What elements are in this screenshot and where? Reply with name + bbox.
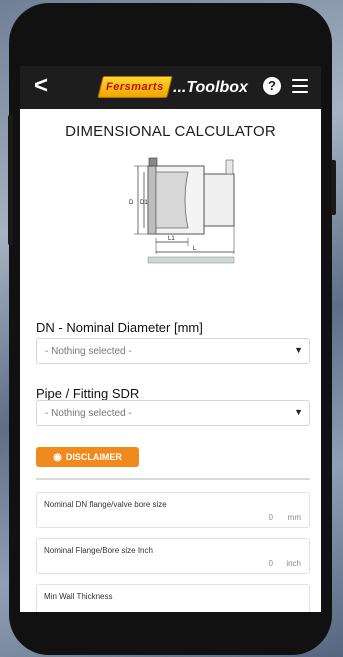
eye-icon: ◉ xyxy=(53,451,62,463)
volume-button xyxy=(8,115,13,245)
dimension-diagram: D D1 L1 L xyxy=(129,157,235,264)
dn-select-value: - Nothing selected - xyxy=(45,346,132,357)
field-label: Min Wall Thickness xyxy=(44,592,113,601)
field-value: 0 xyxy=(268,513,273,522)
field-value: 0 xyxy=(268,559,273,568)
diagram-label-d1: D1 xyxy=(140,200,148,206)
back-icon[interactable]: < xyxy=(34,74,48,98)
diagram-label-l1: L1 xyxy=(168,236,175,242)
field-label: Nominal Flange/Bore size Inch xyxy=(44,546,153,555)
chevron-down-icon: ▼ xyxy=(294,407,303,417)
sdr-select-label: Pipe / Fitting SDR xyxy=(36,386,140,401)
power-button xyxy=(331,160,336,215)
hamburger-menu-icon[interactable] xyxy=(292,79,308,93)
field-flange-size-inch[interactable]: Nominal Flange/Bore size Inch 0 inch xyxy=(36,538,310,574)
page-title: DIMENSIONAL CALCULATOR xyxy=(65,123,276,140)
brand-logo: Fersmarts xyxy=(97,76,173,98)
field-label: Nominal DN flange/valve bore size xyxy=(44,500,167,509)
field-unit: inch xyxy=(286,559,301,568)
field-min-wall-thickness[interactable]: Min Wall Thickness xyxy=(36,584,310,612)
field-unit: mm xyxy=(287,513,301,522)
chevron-down-icon: ▼ xyxy=(294,345,303,355)
app-title: ...Toolbox xyxy=(173,79,248,96)
disclaimer-button[interactable]: ◉ DISCLAIMER xyxy=(36,447,139,467)
divider xyxy=(36,478,310,480)
diagram-label-l: L xyxy=(193,246,197,252)
top-bar: < Fersmarts ...Toolbox ? xyxy=(20,66,321,109)
app-screen: < Fersmarts ...Toolbox ? DIMENSIONAL CAL… xyxy=(20,66,321,612)
dn-select[interactable]: - Nothing selected - ▼ xyxy=(36,338,310,364)
diagram-label-d: D xyxy=(129,200,134,206)
help-icon[interactable]: ? xyxy=(263,77,281,95)
dn-select-label: DN - Nominal Diameter [mm] xyxy=(36,320,203,335)
disclaimer-label: DISCLAIMER xyxy=(65,452,122,462)
sdr-select[interactable]: - Nothing selected - ▼ xyxy=(36,400,310,426)
sdr-select-value: - Nothing selected - xyxy=(45,408,132,419)
field-dn-bore-size[interactable]: Nominal DN flange/valve bore size 0 mm xyxy=(36,492,310,528)
